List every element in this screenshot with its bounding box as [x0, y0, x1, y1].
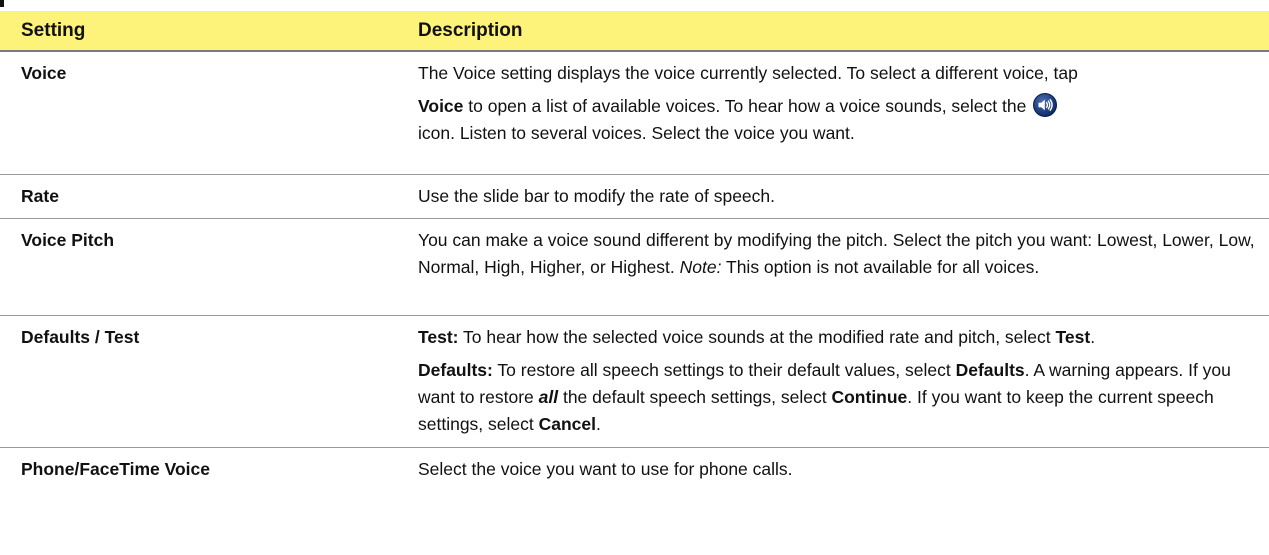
table-header: Setting Description: [0, 11, 1269, 52]
voice-desc-line-3: icon. Listen to several voices. Select t…: [418, 123, 855, 143]
defaults-paragraph: Defaults: To restore all speech settings…: [418, 359, 1231, 434]
header-setting: Setting: [0, 11, 397, 52]
table-row: Rate Use the slide bar to modify the rat…: [0, 174, 1269, 219]
description-phone-facetime-voice: Select the voice you want to use for pho…: [418, 458, 793, 479]
description-defaults-test: Test: To hear how the selected voice sou…: [397, 315, 1269, 448]
description-voice-pitch: You can make a voice sound different by …: [397, 218, 1269, 316]
description-voice: The Voice setting displays the voice cur…: [397, 51, 1269, 175]
setting-defaults-test: Defaults / Test: [0, 315, 397, 448]
table-row: Defaults / Test Test: To hear how the se…: [0, 315, 1269, 448]
voice-desc-line-1: The Voice setting displays the voice cur…: [418, 63, 1078, 83]
table-row: Voice Pitch You can make a voice sound d…: [0, 218, 1269, 316]
settings-table: Setting Description Voice The Voice sett…: [0, 11, 1269, 493]
header-description: Description: [397, 11, 1269, 52]
voice-desc-line-2: Voice to open a list of available voices…: [418, 93, 1257, 120]
table-row: Voice The Voice setting displays the voi…: [0, 51, 1269, 175]
description-rate: Use the slide bar to modify the rate of …: [397, 174, 1269, 219]
voice-bold: Voice: [418, 96, 464, 116]
setting-voice: Voice: [0, 51, 397, 175]
corner-mark: [0, 0, 4, 7]
table-row: Phone/FaceTime Voice Select the voice yo…: [0, 447, 1269, 493]
note-label: Note:: [679, 256, 722, 277]
header-row: Setting Description: [0, 11, 1269, 52]
setting-voice-pitch: Voice Pitch: [0, 218, 397, 316]
speaker-icon: [1033, 93, 1058, 117]
setting-rate: Rate: [0, 174, 397, 219]
setting-phone-facetime-voice: Phone/FaceTime Voice: [21, 458, 211, 479]
test-paragraph: Test: To hear how the selected voice sou…: [418, 326, 1096, 347]
